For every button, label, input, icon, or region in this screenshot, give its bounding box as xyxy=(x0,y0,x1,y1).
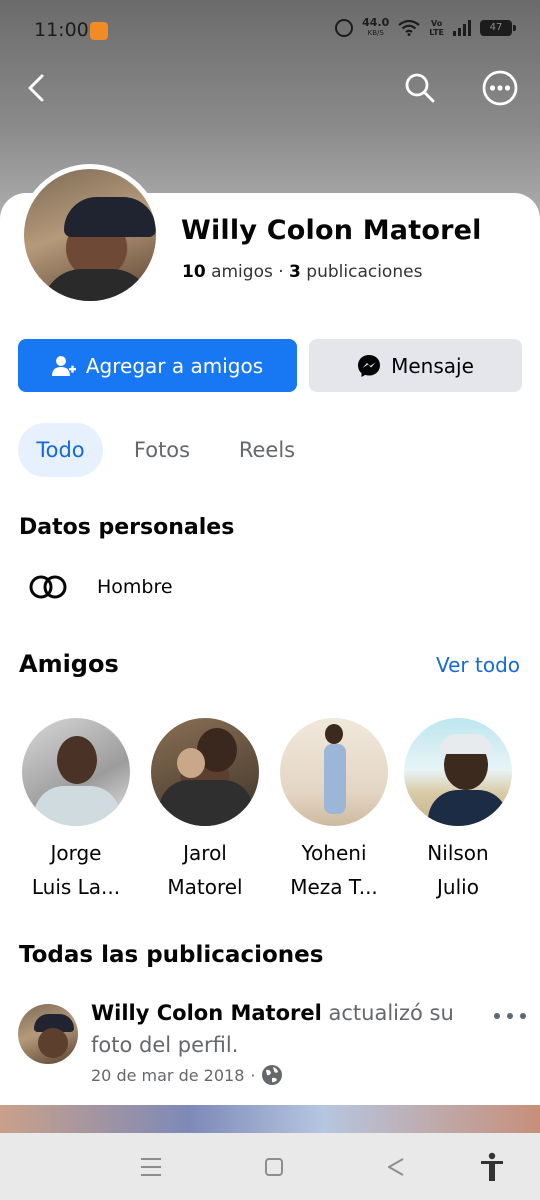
volte-top: Vo xyxy=(431,19,443,28)
message-label: Mensaje xyxy=(391,353,474,378)
gender-value: Hombre xyxy=(97,576,173,598)
tab-all[interactable]: Todo xyxy=(18,423,103,477)
personal-details-title: Datos personales xyxy=(19,515,235,540)
signal-icon xyxy=(453,20,471,36)
gender-rings-icon xyxy=(29,575,67,599)
notification-app-icon xyxy=(90,22,108,40)
recent-apps-button[interactable] xyxy=(131,1149,171,1185)
friends-count: 10 xyxy=(182,262,206,282)
post-image[interactable] xyxy=(0,1105,540,1135)
friend-photo xyxy=(151,718,259,826)
volte-bottom: LTE xyxy=(429,28,444,37)
profile-photo xyxy=(24,169,156,301)
more-horizontal-icon xyxy=(482,70,518,106)
messenger-icon xyxy=(358,354,381,377)
status-icons: 44.0 KB/S Vo LTE 47 xyxy=(335,17,516,38)
search-button[interactable] xyxy=(398,66,442,110)
friend-name-line1: Jorge xyxy=(50,841,102,865)
network-speed-unit: KB/S xyxy=(367,29,384,37)
posts-label: publicaciones xyxy=(306,262,423,282)
post-header-text: Willy Colon Matorel actualizó su foto de… xyxy=(91,997,471,1061)
home-button[interactable] xyxy=(254,1149,294,1185)
status-time: 11:00 xyxy=(34,19,89,41)
friend-photo xyxy=(280,718,388,826)
friend-name-line2: Matorel xyxy=(167,875,243,899)
back-button[interactable] xyxy=(14,66,58,110)
friend-card[interactable]: Yoheni Meza T... xyxy=(269,718,399,904)
profile-stats: 10 amigos · 3 publicaciones xyxy=(182,262,422,282)
friend-name-line1: Yoheni xyxy=(301,841,367,865)
wifi-icon xyxy=(398,20,420,36)
search-icon xyxy=(405,73,435,103)
posts-count: 3 xyxy=(289,262,301,282)
square-icon xyxy=(265,1158,283,1176)
friend-name-line2: Luis La... xyxy=(31,875,121,899)
friend-photo xyxy=(404,718,512,826)
post-author-avatar[interactable] xyxy=(18,1004,78,1064)
friend-name-line2: Julio xyxy=(437,875,479,899)
message-button[interactable]: Mensaje xyxy=(309,339,522,392)
friend-name-line2: Meza T... xyxy=(290,875,378,899)
post-date[interactable]: 20 de mar de 2018 xyxy=(91,1066,244,1085)
status-bar: 11:00 44.0 KB/S Vo LTE 47 xyxy=(0,0,540,62)
see-all-friends-link[interactable]: Ver todo xyxy=(436,653,520,677)
globe-icon xyxy=(262,1065,283,1085)
tab-reels[interactable]: Reels xyxy=(225,423,309,477)
friend-card[interactable]: Nilson Julio xyxy=(393,718,523,904)
post-author-name[interactable]: Willy Colon Matorel xyxy=(91,1001,322,1025)
chevron-left-icon xyxy=(28,74,44,102)
add-friend-label: Agregar a amigos xyxy=(85,353,264,378)
stats-separator: · xyxy=(278,262,284,282)
profile-name: Willy Colon Matorel xyxy=(181,215,482,246)
accessibility-button[interactable] xyxy=(472,1149,512,1185)
tab-photos[interactable]: Fotos xyxy=(122,423,202,477)
friend-name-line1: Jarol xyxy=(183,841,227,865)
post-meta: 20 de mar de 2018 · xyxy=(91,1064,283,1086)
system-navigation-bar xyxy=(0,1133,540,1200)
post-meta-separator: · xyxy=(250,1065,256,1085)
friends-label: amigos xyxy=(211,262,273,282)
battery-icon: 47 xyxy=(480,20,516,36)
more-options-button[interactable] xyxy=(478,66,522,110)
network-speed: 44.0 KB/S xyxy=(362,17,389,38)
friend-name-line1: Nilson xyxy=(427,841,489,865)
menu-icon xyxy=(141,1158,161,1176)
friend-card[interactable]: Jorge Luis La... xyxy=(11,718,141,904)
post-more-button[interactable] xyxy=(494,1006,526,1026)
friend-photo xyxy=(22,718,130,826)
profile-avatar[interactable] xyxy=(19,164,161,306)
triangle-back-icon xyxy=(388,1158,404,1176)
friend-card[interactable]: Jarol Matorel xyxy=(140,718,270,904)
accessibility-icon xyxy=(481,1152,503,1181)
alarm-icon xyxy=(335,19,354,37)
all-posts-title: Todas las publicaciones xyxy=(19,942,324,968)
system-back-button[interactable] xyxy=(376,1149,416,1185)
gender-row: Hombre xyxy=(29,575,173,599)
add-friend-button[interactable]: Agregar a amigos xyxy=(18,339,297,392)
add-friend-icon xyxy=(51,355,76,376)
friends-title: Amigos xyxy=(19,650,119,678)
volte-indicator: Vo LTE xyxy=(429,19,444,37)
